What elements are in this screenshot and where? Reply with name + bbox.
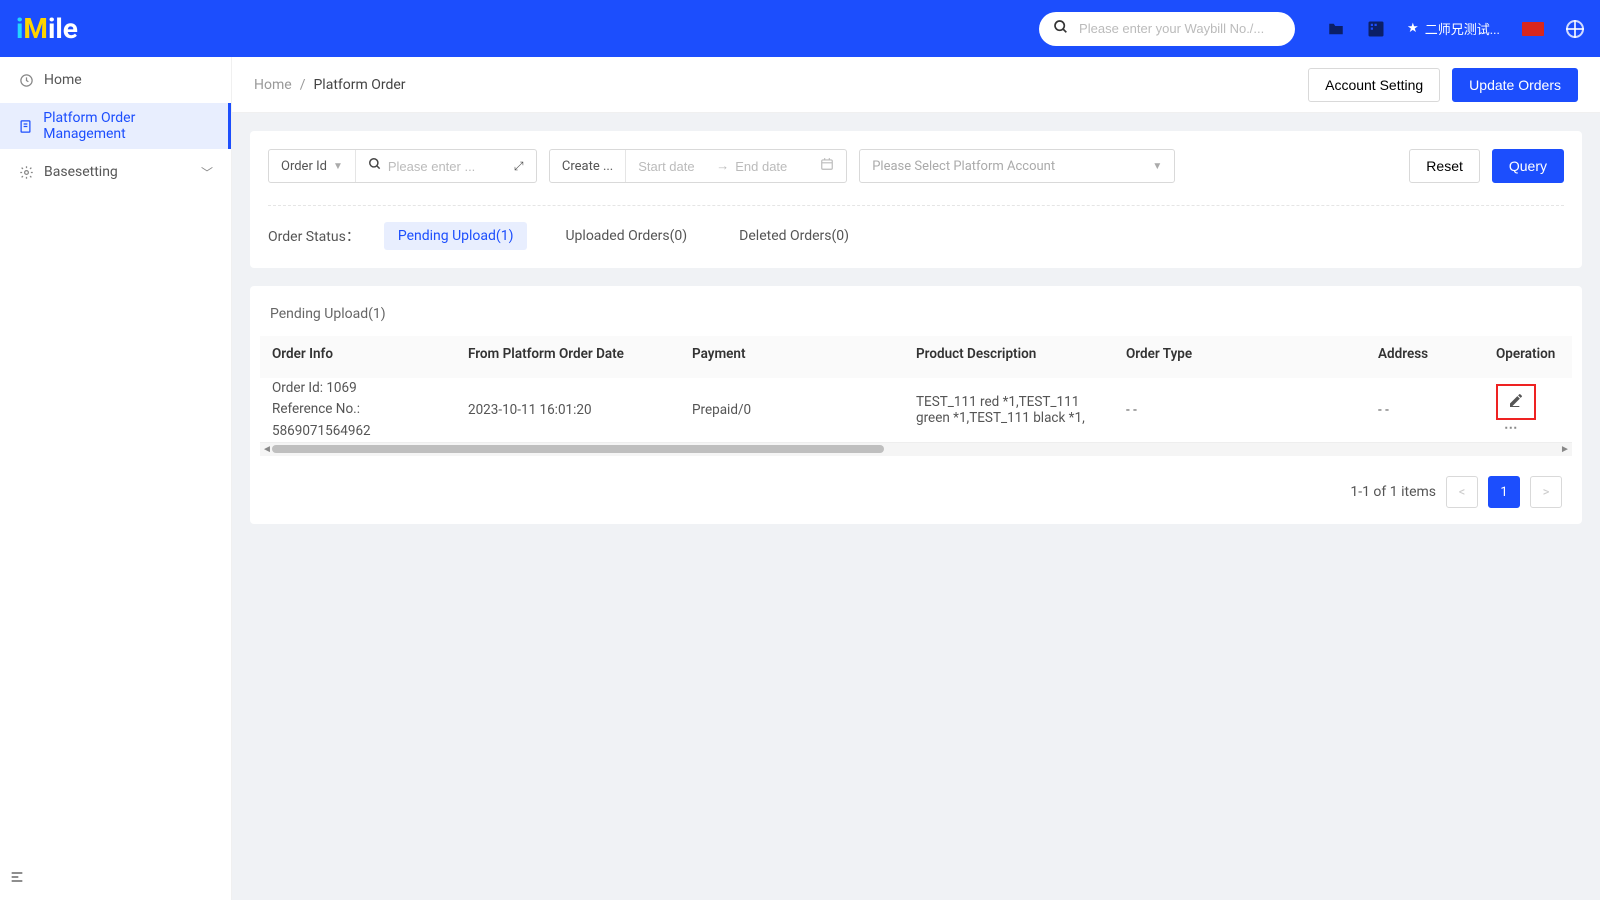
user-menu[interactable]: ★ 二师兄测试... xyxy=(1407,19,1500,38)
logo-i: i xyxy=(16,15,23,43)
chevron-down-icon: ﹀ xyxy=(201,164,213,181)
sidebar-item-label: Home xyxy=(44,72,82,88)
th-order-date: From Platform Order Date xyxy=(456,336,680,378)
td-operation: ⋯ xyxy=(1484,374,1570,446)
update-orders-button[interactable]: Update Orders xyxy=(1452,68,1578,102)
status-tabs: Order Status： Pending Upload(1) Uploaded… xyxy=(268,222,1564,250)
order-id-text: Order Id: 1069 xyxy=(272,378,444,400)
more-actions-icon[interactable]: ⋯ xyxy=(1504,420,1520,436)
td-order-info: Order Id: 1069 Reference No.: 5869071564… xyxy=(260,368,456,453)
table-header: Order Info From Platform Order Date Paym… xyxy=(260,336,1572,378)
scroll-right-icon[interactable]: ► xyxy=(1558,444,1572,455)
edit-icon xyxy=(1508,392,1524,412)
sidebar-item-home[interactable]: Home xyxy=(0,57,231,103)
breadcrumb-sep: / xyxy=(300,77,306,93)
logo: i M ile xyxy=(16,15,78,43)
search-icon xyxy=(1053,19,1069,39)
order-id-selector[interactable]: Order Id ▼ xyxy=(269,150,356,182)
breadcrumb: Home / Platform Order xyxy=(254,77,406,93)
globe-icon[interactable] xyxy=(1566,20,1584,38)
scroll-thumb[interactable] xyxy=(272,445,884,453)
order-id-label: Order Id xyxy=(281,159,327,174)
reference-no-text: Reference No.: 5869071564962 xyxy=(272,399,444,442)
table-row: Order Id: 1069 Reference No.: 5869071564… xyxy=(260,378,1572,442)
page-next[interactable]: > xyxy=(1530,476,1562,508)
sidebar-item-label: Basesetting xyxy=(44,164,118,180)
search-icon xyxy=(368,157,382,175)
header-search[interactable] xyxy=(1039,12,1295,46)
th-operation: Operation xyxy=(1484,336,1570,378)
tab-uploaded[interactable]: Uploaded Orders(0) xyxy=(551,222,701,250)
folder-icon[interactable] xyxy=(1327,20,1345,38)
date-range-filter: Create ... → xyxy=(549,149,847,183)
th-address: Address xyxy=(1366,336,1484,378)
gear-icon xyxy=(18,164,34,180)
caret-down-icon: ▼ xyxy=(1152,161,1162,172)
reset-button[interactable]: Reset xyxy=(1409,149,1480,183)
grid-icon[interactable] xyxy=(1367,20,1385,38)
th-payment: Payment xyxy=(680,336,904,378)
star-icon: ★ xyxy=(1407,21,1419,36)
end-date-input[interactable] xyxy=(735,150,807,182)
sidebar-item-platform-order[interactable]: Platform Order Management xyxy=(0,103,231,149)
breadcrumb-current: Platform Order xyxy=(313,77,405,93)
edit-button[interactable] xyxy=(1496,384,1536,420)
pagination: 1-1 of 1 items < 1 > xyxy=(260,456,1572,508)
tab-deleted[interactable]: Deleted Orders(0) xyxy=(725,222,863,250)
date-type-label: Create ... xyxy=(562,159,613,174)
start-date-input[interactable] xyxy=(638,150,710,182)
date-range-picker[interactable]: → xyxy=(626,150,846,182)
order-id-input[interactable] xyxy=(388,150,508,182)
td-address: - - xyxy=(1366,392,1484,428)
search-input[interactable] xyxy=(1079,21,1281,36)
order-id-filter: Order Id ▼ ⤢ xyxy=(268,149,537,183)
tab-pending-upload[interactable]: Pending Upload(1) xyxy=(384,222,528,250)
flag-icon[interactable] xyxy=(1522,22,1544,36)
th-order-type: Order Type xyxy=(1114,336,1366,378)
horizontal-scrollbar[interactable]: ◄ ► xyxy=(260,442,1572,456)
divider xyxy=(268,205,1564,206)
td-payment: Prepaid/0 xyxy=(680,392,904,428)
td-description: TEST_111 red *1,TEST_111 green *1,TEST_1… xyxy=(904,384,1114,436)
sidebar: Home Platform Order Management Basesetti… xyxy=(0,57,232,900)
platform-account-placeholder: Please Select Platform Account xyxy=(872,159,1055,174)
th-description: Product Description xyxy=(904,336,1114,378)
order-id-input-wrap: ⤢ xyxy=(356,150,536,182)
calendar-icon xyxy=(820,157,834,175)
user-label: 二师兄测试... xyxy=(1425,19,1500,38)
doc-icon xyxy=(18,118,33,134)
arrow-right-icon: → xyxy=(716,158,729,174)
breadcrumb-home[interactable]: Home xyxy=(254,77,292,93)
topbar: Home / Platform Order Account Setting Up… xyxy=(232,57,1600,113)
date-type-selector[interactable]: Create ... xyxy=(550,150,626,182)
expand-icon[interactable]: ⤢ xyxy=(514,159,524,174)
status-label: Order Status： xyxy=(268,226,360,246)
td-order-date: 2023-10-11 16:01:20 xyxy=(456,392,680,428)
sidebar-item-basesetting[interactable]: Basesetting ﹀ xyxy=(0,149,231,195)
clock-icon xyxy=(18,72,34,88)
logo-ile: ile xyxy=(48,15,78,43)
sidebar-item-label: Platform Order Management xyxy=(43,110,213,142)
account-setting-button[interactable]: Account Setting xyxy=(1308,68,1440,102)
td-order-type: - - xyxy=(1114,392,1366,428)
logo-m: M xyxy=(23,15,48,43)
page-prev[interactable]: < xyxy=(1446,476,1478,508)
table-panel: Pending Upload(1) Order Info From Platfo… xyxy=(250,286,1582,524)
page-1[interactable]: 1 xyxy=(1488,476,1520,508)
filter-panel: Order Id ▼ ⤢ Create ... xyxy=(250,131,1582,268)
pagination-text: 1-1 of 1 items xyxy=(1350,484,1436,500)
caret-down-icon: ▼ xyxy=(333,161,343,172)
table-title: Pending Upload(1) xyxy=(260,306,1572,322)
query-button[interactable]: Query xyxy=(1492,149,1564,183)
app-header: i M ile ★ 二师兄测试... xyxy=(0,0,1600,57)
platform-account-select[interactable]: Please Select Platform Account ▼ xyxy=(859,149,1175,183)
sidebar-collapse[interactable] xyxy=(0,854,34,900)
